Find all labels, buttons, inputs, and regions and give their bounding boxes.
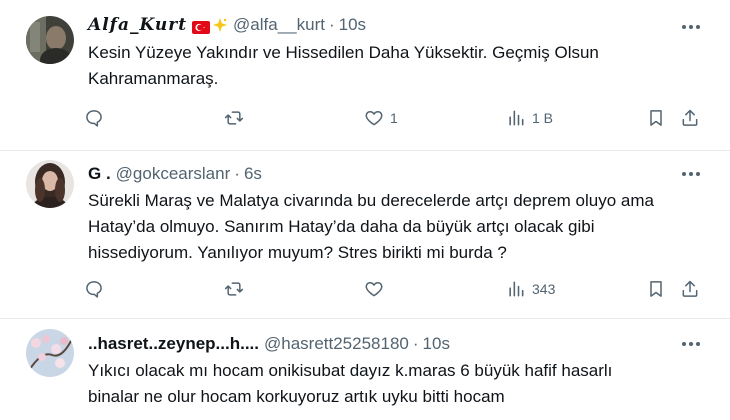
share-button[interactable] bbox=[680, 107, 700, 129]
separator: · bbox=[234, 164, 240, 183]
avatar[interactable] bbox=[26, 329, 74, 377]
avatar[interactable] bbox=[26, 16, 74, 64]
view-count: 343 bbox=[532, 281, 556, 297]
timestamp[interactable]: 6s bbox=[244, 164, 262, 184]
retweet-button[interactable] bbox=[224, 278, 244, 300]
tweet-text-line: Hatay’da olmuyo. Sanırım Hatay’da daha d… bbox=[88, 217, 595, 236]
display-name[interactable]: G . bbox=[88, 164, 111, 184]
more-options-icon[interactable] bbox=[680, 333, 702, 355]
display-name[interactable]: ..hasret..zeynep...h.... bbox=[88, 334, 259, 354]
like-count: 1 bbox=[390, 110, 398, 126]
tweet-1[interactable]: Alfa_Kurt @alfa__kurt · 10s Kesin Yüzeye… bbox=[0, 0, 730, 150]
handle[interactable]: @hasrett25258180 bbox=[264, 334, 409, 354]
tweet-text-line: hissediyorum. Yanılıyor muyum? Stres bir… bbox=[88, 243, 507, 262]
like-button[interactable]: 1 bbox=[364, 107, 398, 129]
share-icon bbox=[680, 108, 700, 128]
retweet-icon bbox=[224, 108, 244, 128]
bookmark-button[interactable] bbox=[646, 107, 666, 129]
views-chart-icon bbox=[506, 108, 526, 128]
avatar[interactable] bbox=[26, 160, 74, 208]
tweet-text-line: Kahramanmaraş. bbox=[88, 69, 219, 88]
more-options-icon[interactable] bbox=[680, 16, 702, 38]
display-name[interactable]: Alfa_Kurt bbox=[88, 15, 187, 35]
tweet-3[interactable]: ..hasret..zeynep...h.... @hasrett2525818… bbox=[0, 319, 730, 420]
timestamp[interactable]: 10s bbox=[423, 334, 450, 354]
retweet-icon bbox=[224, 279, 244, 299]
sparkle-star-icon bbox=[212, 17, 228, 33]
tweet-text-line: binalar ne olur hocam korkuyoruz artık u… bbox=[88, 387, 505, 406]
retweet-button[interactable] bbox=[224, 107, 244, 129]
heart-icon bbox=[364, 279, 384, 299]
reply-button[interactable] bbox=[84, 107, 104, 129]
views-button[interactable]: 343 bbox=[506, 278, 555, 300]
reply-icon bbox=[84, 108, 104, 128]
tweet-text-line: Yıkıcı olacak mı hocam onikisubat dayız … bbox=[88, 361, 613, 380]
views-chart-icon bbox=[506, 279, 526, 299]
more-options-icon[interactable] bbox=[680, 163, 702, 185]
bookmark-icon bbox=[646, 108, 666, 128]
tweet-text: Yıkıcı olacak mı hocam onikisubat dayız … bbox=[88, 358, 708, 410]
turkey-flag-icon bbox=[192, 19, 211, 34]
like-button[interactable] bbox=[364, 278, 390, 300]
heart-icon bbox=[364, 108, 384, 128]
tweet-text-line: Kesin Yüzeye Yakındır ve Hissedilen Daha… bbox=[88, 43, 599, 62]
bookmark-icon bbox=[646, 279, 666, 299]
timestamp[interactable]: 10s bbox=[339, 15, 366, 35]
reply-icon bbox=[84, 279, 104, 299]
tweet-2[interactable]: G . @gokcearslanr · 6s Sürekli Maraş ve … bbox=[0, 151, 730, 318]
tweet-text-line: Sürekli Maraş ve Malatya civarında bu de… bbox=[88, 191, 654, 210]
handle[interactable]: @alfa__kurt bbox=[233, 15, 325, 35]
view-count: 1 B bbox=[532, 110, 554, 126]
separator: · bbox=[328, 15, 335, 34]
bookmark-button[interactable] bbox=[646, 278, 666, 300]
share-button[interactable] bbox=[680, 278, 700, 300]
reply-button[interactable] bbox=[84, 278, 104, 300]
share-icon bbox=[680, 279, 700, 299]
separator: · bbox=[412, 334, 419, 353]
views-button[interactable]: 1 B bbox=[506, 107, 553, 129]
tweet-text: Kesin Yüzeye Yakındır ve Hissedilen Daha… bbox=[88, 40, 708, 92]
tweet-text: Sürekli Maraş ve Malatya civarında bu de… bbox=[88, 188, 708, 266]
handle[interactable]: @gokcearslanr bbox=[116, 164, 231, 184]
